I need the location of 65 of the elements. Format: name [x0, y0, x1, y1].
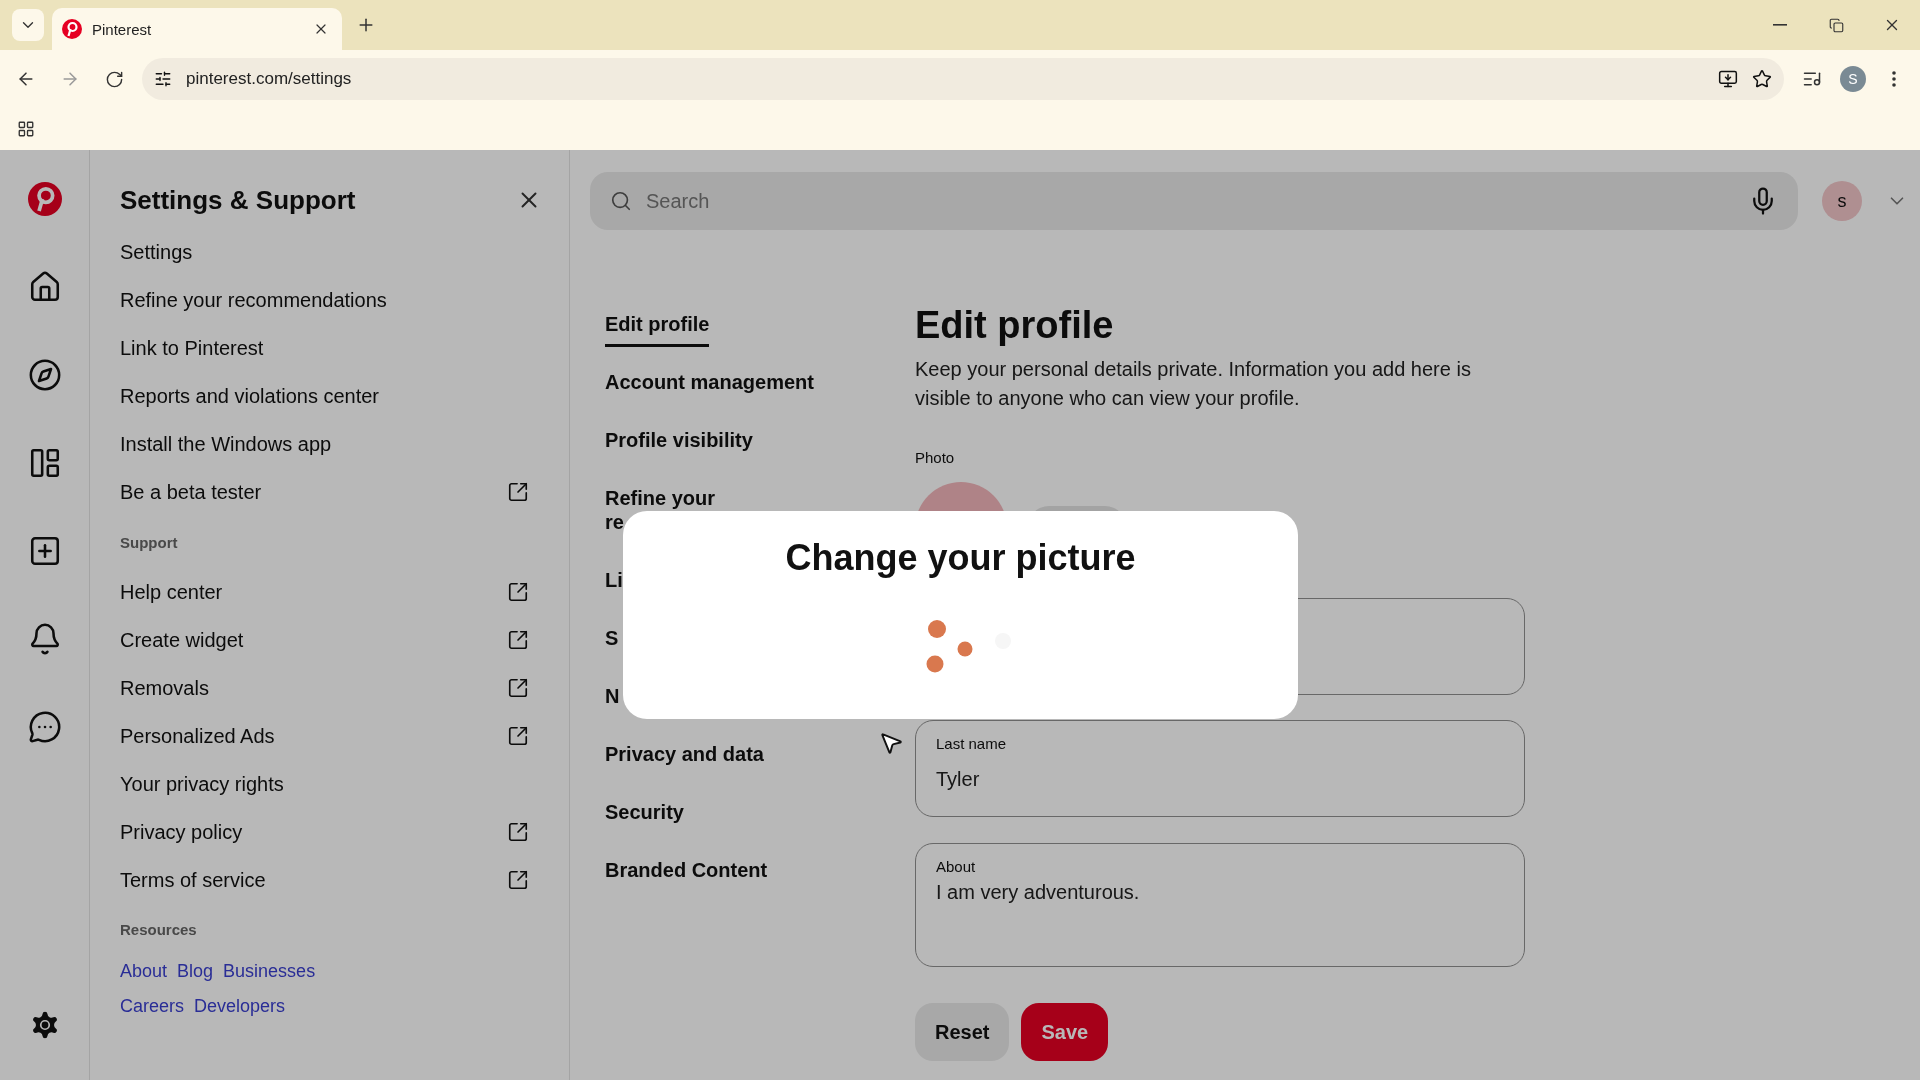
- settings-nav-tab[interactable]: Edit profile: [605, 312, 710, 347]
- resource-link[interactable]: About: [120, 961, 168, 982]
- resource-link[interactable]: Businesses: [223, 961, 316, 982]
- settings-nav-tab[interactable]: N: [605, 684, 620, 708]
- restore-icon: [1828, 17, 1844, 33]
- settings-nav-tab[interactable]: Li: [605, 568, 623, 592]
- settings-menu-item[interactable]: Refine your recommendations: [120, 276, 539, 324]
- settings-menu-item[interactable]: Removals: [120, 664, 539, 712]
- grid-icon: [17, 120, 35, 138]
- last-name-field[interactable]: Last name Tyler: [915, 720, 1525, 817]
- compass-icon[interactable]: [27, 358, 62, 392]
- resource-link[interactable]: Blog: [177, 961, 214, 982]
- settings-menu-item[interactable]: Be a beta tester: [120, 468, 539, 516]
- minimize-icon: [1773, 24, 1787, 26]
- settings-nav-tab[interactable]: Profile visibility: [605, 428, 753, 452]
- section-heading: Support: [120, 532, 179, 553]
- panel-title: Settings & Support: [120, 184, 356, 216]
- profile-avatar[interactable]: S: [1840, 66, 1866, 92]
- reset-button[interactable]: Reset: [915, 1003, 1010, 1061]
- settings-menu-item[interactable]: Reports and violations center: [120, 372, 539, 420]
- field-label: Last name: [936, 735, 1008, 752]
- settings-nav-tab[interactable]: S: [605, 626, 619, 650]
- settings-menu-item[interactable]: Terms of service: [120, 856, 539, 904]
- settings-menu-item[interactable]: Create widget: [120, 616, 539, 664]
- url-text: pinterest.com/settings: [186, 69, 353, 89]
- resource-link[interactable]: Developers: [194, 996, 286, 1017]
- photo-label: Photo: [915, 449, 956, 466]
- pinterest-logo-icon[interactable]: [27, 182, 62, 216]
- settings-nav-tab[interactable]: Privacy and data: [605, 742, 764, 766]
- section-heading: Resources: [120, 919, 198, 940]
- mouse-pointer-icon: [878, 730, 904, 756]
- description-text: Keep your personal details private. Information you add here is visible to anyone who can view your profile.: [915, 357, 1472, 411]
- search-bar[interactable]: Search: [590, 172, 1798, 230]
- search-icon: [610, 190, 632, 212]
- settings-menu-item[interactable]: Settings: [120, 228, 539, 276]
- settings-menu-item[interactable]: Install the Windows app: [120, 420, 539, 468]
- settings-nav-tab[interactable]: Security: [605, 800, 684, 824]
- field-label: About: [936, 858, 977, 875]
- install-app-icon: [1718, 69, 1738, 89]
- save-button[interactable]: Save: [1021, 1003, 1109, 1061]
- reload-icon: [104, 69, 124, 89]
- last-name-input[interactable]: Tyler: [936, 768, 1504, 791]
- user-avatar[interactable]: s: [1822, 181, 1862, 221]
- settings-menu-item[interactable]: Privacy policy: [120, 808, 539, 856]
- pinterest-logo-icon: [62, 19, 82, 39]
- settings-menu-item[interactable]: Personalized Ads: [120, 712, 539, 760]
- about-text-input[interactable]: I am very adventurous.: [936, 881, 1504, 931]
- media-list-icon: [1802, 69, 1822, 89]
- browser-tab[interactable]: Pinterest: [52, 8, 342, 50]
- settings-menu-item[interactable]: Your privacy rights: [120, 760, 539, 808]
- modal-title: Change your picture: [785, 537, 1136, 579]
- settings-menu-item[interactable]: Link to Pinterest: [120, 324, 539, 372]
- address-bar[interactable]: pinterest.com/settings: [142, 58, 1784, 100]
- page-title: Edit profile: [915, 304, 1115, 347]
- bookmark-star-icon: [1752, 69, 1772, 89]
- about-field[interactable]: About I am very adventurous.: [915, 843, 1525, 967]
- search-input[interactable]: Search: [644, 188, 1736, 214]
- messages-icon[interactable]: [27, 710, 62, 744]
- resource-link[interactable]: Careers: [120, 996, 185, 1017]
- settings-nav-tab[interactable]: Account management: [605, 370, 814, 394]
- more-menu-icon: [1892, 71, 1896, 87]
- settings-menu-item[interactable]: Help center: [120, 568, 539, 616]
- site-settings-icon: [154, 70, 172, 88]
- settings-nav-tab[interactable]: Branded Content: [605, 858, 768, 882]
- tab-title: Pinterest: [92, 20, 153, 38]
